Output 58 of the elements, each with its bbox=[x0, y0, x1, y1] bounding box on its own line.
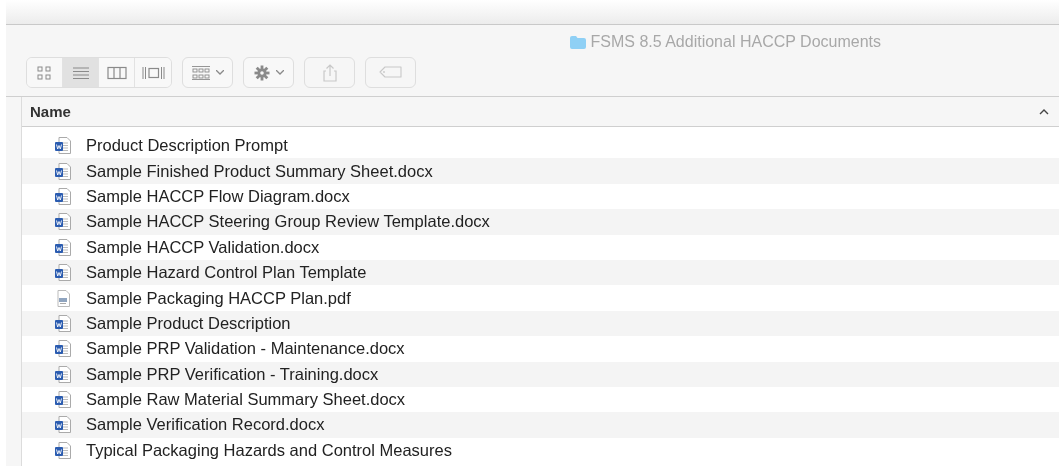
file-row[interactable]: Sample PRP Validation - Maintenance.docx bbox=[22, 336, 1059, 362]
tag-icon bbox=[379, 64, 402, 81]
view-mode-button[interactable] bbox=[63, 58, 99, 87]
file-row[interactable]: Typical Packaging Hazards and Control Measures bbox=[22, 437, 1059, 464]
view-mode-button[interactable] bbox=[27, 58, 63, 87]
list-view-icon bbox=[71, 64, 90, 81]
word-document-icon bbox=[55, 416, 71, 434]
chevron-down-icon bbox=[275, 70, 284, 75]
file-row[interactable]: Sample Hazard Control Plan Template bbox=[22, 259, 1059, 286]
file-name: Sample Verification Record.docx bbox=[86, 415, 325, 435]
word-document-icon bbox=[55, 213, 71, 231]
arrange-button[interactable] bbox=[182, 57, 233, 88]
word-document-icon bbox=[55, 314, 71, 332]
file-name: Sample PRP Validation - Maintenance.docx bbox=[86, 339, 405, 359]
file-row[interactable]: Sample Finished Product Summary Sheet.docx bbox=[22, 158, 1059, 184]
gallery-view-icon bbox=[141, 64, 165, 81]
file-name: Typical Packaging Hazards and Control Measures bbox=[86, 440, 452, 460]
gear-icon bbox=[253, 64, 270, 81]
window-title: FSMS 8.5 Additional HACCP Documents bbox=[590, 33, 881, 51]
file-row[interactable]: Sample Packaging HACCP Plan.pdf bbox=[22, 285, 1059, 311]
columns-view-icon bbox=[106, 64, 127, 81]
file-row[interactable]: Sample Raw Material Summary Sheet.docx bbox=[22, 386, 1059, 413]
file-name: Sample Raw Material Summary Sheet.docx bbox=[86, 390, 406, 410]
word-document-icon bbox=[55, 137, 71, 155]
pdf-document-icon bbox=[55, 289, 71, 307]
grid-icon bbox=[191, 64, 210, 81]
file-name: Sample Finished Product Summary Sheet.docx bbox=[86, 161, 433, 181]
word-document-icon bbox=[55, 340, 71, 358]
file-row[interactable]: Sample HACCP Validation.docx bbox=[22, 234, 1059, 260]
file-name: Sample Packaging HACCP Plan.pdf bbox=[86, 288, 351, 308]
view-switcher[interactable] bbox=[26, 57, 172, 88]
share-icon bbox=[321, 63, 338, 82]
file-name: Sample HACCP Validation.docx bbox=[86, 237, 320, 257]
word-document-icon bbox=[55, 441, 71, 459]
file-name: Sample PRP Verification - Training.docx bbox=[86, 364, 379, 384]
folder-icon bbox=[569, 35, 586, 49]
file-name: Sample HACCP Steering Group Review Template.docx bbox=[86, 212, 490, 232]
column-label: Name bbox=[30, 103, 71, 120]
file-row[interactable]: Sample Verification Record.docx bbox=[22, 412, 1059, 438]
file-row[interactable]: Product Description Prompt bbox=[22, 133, 1059, 159]
word-document-icon bbox=[55, 238, 71, 256]
file-row[interactable]: Sample Product Description bbox=[22, 310, 1059, 337]
word-document-icon bbox=[55, 162, 71, 180]
chevron-down-icon bbox=[215, 70, 224, 75]
file-row[interactable]: Sample PRP Verification - Training.docx bbox=[22, 361, 1059, 387]
word-document-icon bbox=[55, 264, 71, 282]
column-header[interactable]: Name bbox=[22, 97, 1059, 126]
file-name: Sample Product Description bbox=[86, 313, 291, 333]
file-name: Sample Hazard Control Plan Template bbox=[86, 263, 367, 283]
word-document-icon bbox=[55, 187, 71, 205]
file-row[interactable]: Sample HACCP Flow Diagram.docx bbox=[22, 183, 1059, 210]
word-document-icon bbox=[55, 365, 71, 383]
icon-grid-icon bbox=[35, 64, 54, 81]
action-button[interactable] bbox=[243, 57, 294, 88]
file-name: Sample HACCP Flow Diagram.docx bbox=[86, 186, 350, 206]
file-name: Product Description Prompt bbox=[86, 136, 288, 156]
word-document-icon bbox=[55, 391, 71, 409]
file-row[interactable]: Sample HACCP Steering Group Review Template.docx bbox=[22, 209, 1059, 235]
